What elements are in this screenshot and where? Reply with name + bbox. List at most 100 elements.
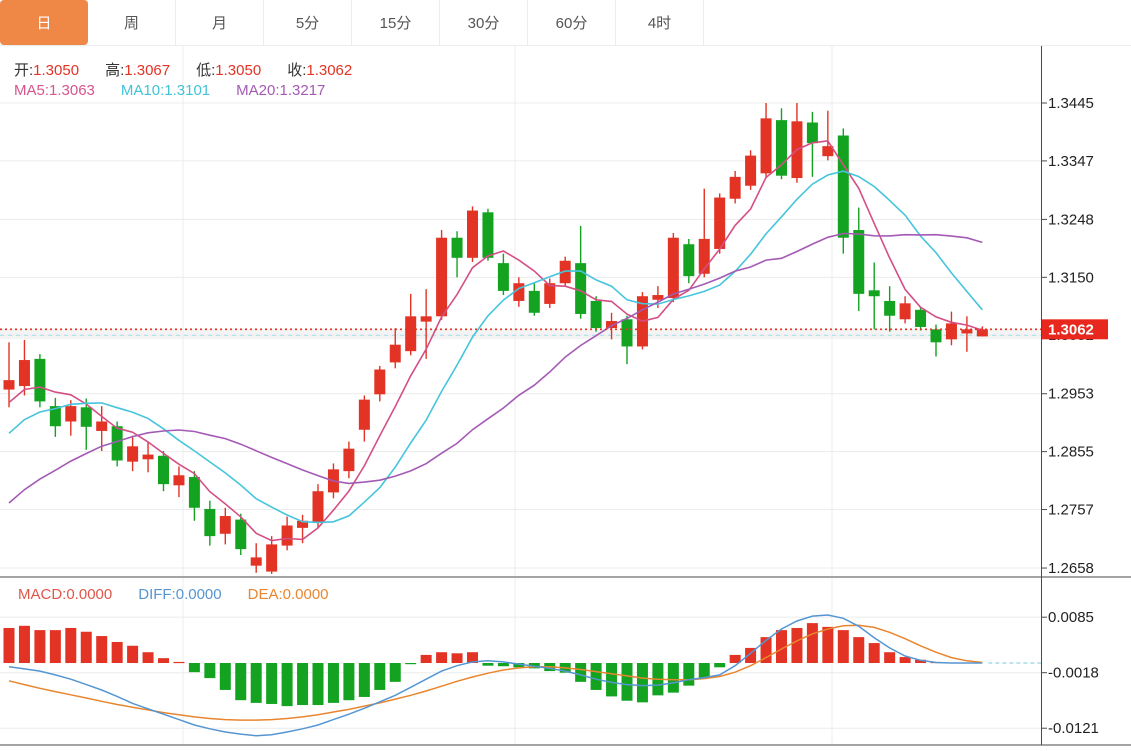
candle-body [452, 238, 463, 258]
candle-body [251, 557, 262, 565]
candle-body [869, 290, 880, 296]
tab-4hour[interactable]: 4时 [616, 0, 704, 45]
candle-body [683, 244, 694, 276]
readout-item: DEA:0.0000 [248, 586, 329, 603]
readout-value: 1.3062 [306, 62, 352, 79]
macd-histogram-bar [266, 663, 277, 704]
macd-histogram-bar [436, 652, 447, 663]
macd-histogram-bar [251, 663, 262, 703]
candle-body [714, 198, 725, 249]
candle-body [853, 230, 864, 294]
readout-value: 1.3101 [164, 82, 210, 99]
axis-tick-label: -0.0121 [1048, 720, 1099, 737]
candle-body [127, 446, 138, 461]
candle-body [421, 316, 432, 321]
axis-tick-label: -0.0018 [1048, 665, 1099, 682]
macd-histogram-bar [822, 627, 833, 663]
macd-histogram-bar [606, 663, 617, 696]
macd-histogram-bar [900, 657, 911, 663]
candle-body [220, 516, 231, 534]
candle-body [884, 301, 895, 316]
macd-histogram-bar [869, 643, 880, 663]
candle-body [374, 369, 385, 394]
current-price-band [0, 329, 1041, 339]
candle-body [900, 303, 911, 319]
macd-histogram-bar [96, 636, 107, 663]
candle-body [807, 122, 818, 143]
axis-tick-label: 1.3150 [1048, 269, 1094, 286]
tab-30min[interactable]: 30分 [440, 0, 528, 45]
candle-body [204, 509, 215, 536]
readout-label: MACD: [18, 586, 66, 603]
readout-label: MA20: [236, 82, 279, 99]
candle-body [591, 301, 602, 328]
macd-histogram-bar [235, 663, 246, 700]
ma-readout: MA5:1.3063 MA10:1.3101 MA20:1.3217 [14, 82, 351, 99]
macd-histogram-bar [421, 655, 432, 663]
price-and-macd-chart[interactable]: 1.34451.33471.32481.31501.30521.29531.28… [0, 0, 1131, 751]
macd-histogram-bar [390, 663, 401, 682]
readout-value: 0.0000 [176, 586, 222, 603]
readout-value: 1.3050 [215, 62, 261, 79]
macd-histogram-bar [4, 628, 15, 663]
readout-label: DIFF: [138, 586, 176, 603]
readout-item: 开:1.3050 [14, 59, 79, 80]
candle-body [390, 345, 401, 363]
tab-day[interactable]: 日 [0, 0, 88, 45]
candle-body [266, 544, 277, 571]
tab-label: 周 [124, 12, 139, 33]
readout-item: DIFF:0.0000 [138, 586, 221, 603]
tab-15min[interactable]: 15分 [352, 0, 440, 45]
macd-histogram-bar [637, 663, 648, 702]
axis-tick-label: 1.3445 [1048, 95, 1094, 112]
macd-histogram-bar [668, 663, 679, 693]
macd-histogram-bar [374, 663, 385, 690]
readout-item: 收:1.3062 [287, 59, 352, 80]
tab-label: 5分 [296, 12, 319, 33]
tab-label: 月 [212, 12, 227, 33]
axis-tick-label: 1.3248 [1048, 211, 1094, 228]
candle-body [668, 238, 679, 298]
readout-value: 1.3063 [49, 82, 95, 99]
axis-tick-label: 1.2855 [1048, 444, 1094, 461]
chart-window: 1.34451.33471.32481.31501.30521.29531.28… [0, 0, 1131, 751]
candle-body [931, 329, 942, 342]
macd-histogram-bar [791, 628, 802, 663]
candle-body [498, 263, 509, 291]
readout-value: 1.3067 [124, 62, 170, 79]
candle-body [977, 329, 988, 336]
candle-body [652, 295, 663, 300]
macd-histogram-bar [714, 663, 725, 667]
macd-histogram-bar [452, 653, 463, 663]
candle-body [405, 316, 416, 351]
tab-5min[interactable]: 5分 [264, 0, 352, 45]
readout-label: MA5: [14, 82, 49, 99]
candle-body [838, 135, 849, 237]
tab-60min[interactable]: 60分 [528, 0, 616, 45]
macd-histogram-bar [884, 652, 895, 663]
candle-body [19, 360, 30, 386]
macd-histogram-bar [143, 652, 154, 663]
candle-body [96, 421, 107, 430]
tab-month[interactable]: 月 [176, 0, 264, 45]
candle-body [343, 449, 354, 471]
readout-label: 收: [287, 62, 306, 79]
readout-label: 低: [196, 62, 215, 79]
candle-body [622, 319, 633, 346]
candle-body [81, 407, 92, 426]
macd-histogram-bar [699, 663, 710, 678]
candle-body [745, 156, 756, 186]
readout-item: MA10:1.3101 [121, 82, 210, 99]
candle-body [282, 525, 293, 545]
macd-histogram-bar [853, 637, 864, 663]
macd-histogram-bar [405, 663, 416, 664]
tab-label: 日 [36, 12, 51, 33]
candle-body [34, 359, 45, 402]
macd-histogram-bar [838, 630, 849, 663]
candle-body [915, 310, 926, 327]
macd-histogram-bar [591, 663, 602, 690]
macd-histogram-bar [359, 663, 370, 697]
readout-value: 1.3217 [280, 82, 326, 99]
tab-week[interactable]: 周 [88, 0, 176, 45]
ohlc-readout: 开:1.3050高:1.3067低:1.3050收:1.3062 [14, 59, 378, 80]
